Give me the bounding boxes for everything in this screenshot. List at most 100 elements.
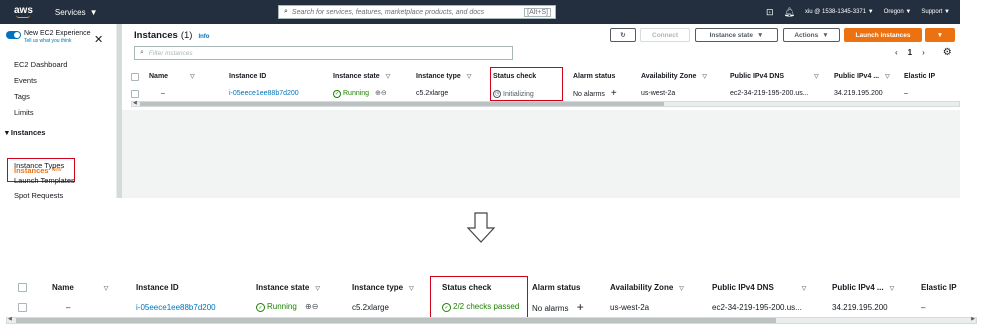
cell-alarm-status: No alarms + — [573, 88, 617, 99]
search-icon: ⌕ — [140, 49, 144, 56]
search-icon: ⌕ — [284, 8, 288, 15]
sidebar-item-limits[interactable]: Limits — [14, 108, 34, 117]
connect-button[interactable]: Connect — [640, 28, 690, 42]
cell-public-ip: 34.219.195.200 — [832, 302, 888, 312]
aws-logo[interactable]: aws — [14, 6, 33, 18]
instance-count: (1) — [180, 30, 193, 41]
sidebar-item-instance-types[interactable]: Instance Types — [14, 161, 64, 170]
sort-icon: ▽ — [679, 285, 684, 292]
column-header-instance-type[interactable]: Instance type ▽ — [416, 68, 493, 85]
row-checkbox[interactable] — [18, 302, 27, 312]
services-menu-button[interactable]: Services ▼ — [55, 8, 98, 17]
column-header-public-ipv4-dns[interactable]: Public IPv4 DNS ▽ — [730, 68, 834, 85]
launch-dropdown-button[interactable]: ▼ — [925, 28, 955, 42]
sidebar-item-spot-requests[interactable]: Spot Requests — [14, 191, 63, 200]
check-circle-icon: ✓ — [256, 302, 265, 312]
select-all-checkbox[interactable] — [131, 72, 139, 81]
zoom-icons[interactable]: ⊕⊖ — [305, 302, 318, 311]
sort-icon: ▽ — [103, 285, 109, 292]
new-experience-toggle[interactable] — [6, 31, 21, 39]
search-shortcut: [Alt+S] — [524, 7, 551, 17]
column-header-instance-id[interactable]: Instance ID — [136, 277, 256, 297]
filter-instances-input[interactable]: ⌕ Filter instances — [134, 46, 513, 60]
previous-page-icon[interactable]: ‹ — [895, 48, 898, 57]
column-header-public-ipv4[interactable]: Public IPv4 ... ▽ — [832, 277, 921, 297]
column-header-instance-state[interactable]: Instance state ▽ — [256, 277, 352, 297]
cell-alarm-status: No alarms + — [532, 300, 584, 314]
aws-logo-text: aws — [14, 5, 33, 16]
close-icon[interactable]: ✕ — [94, 33, 103, 46]
down-arrow-icon — [466, 212, 496, 243]
region-menu[interactable]: Oregon ▼ — [884, 9, 912, 15]
caret-down-icon: ▼ — [822, 31, 829, 39]
sidebar-item-launch-templates[interactable]: Launch Templates — [14, 176, 75, 185]
notifications-bell-icon[interactable]: 🔔︎ — [784, 7, 795, 18]
scroll-left-icon[interactable]: ◀ — [8, 316, 12, 322]
column-header-public-ipv4[interactable]: Public IPv4 ... ▽ — [834, 68, 904, 85]
sidebar-item-dashboard[interactable]: EC2 Dashboard — [14, 60, 67, 69]
cell-instance-id[interactable]: i-05eece1ee88b7d200 — [229, 85, 333, 102]
instance-state-button[interactable]: Instance state ▼ — [695, 28, 778, 42]
column-header-elastic-ip[interactable]: Elastic IP — [921, 277, 983, 297]
sort-icon: ▽ — [885, 74, 890, 80]
info-link[interactable]: Info — [198, 34, 209, 40]
column-header-name[interactable]: Name ▽ — [149, 68, 229, 85]
sort-icon: ▽ — [702, 74, 707, 80]
top-navigation-bar: aws Services ▼ ⌕ Search for services, fea… — [0, 0, 960, 24]
column-header-instance-id[interactable]: Instance ID — [229, 68, 333, 85]
row-checkbox[interactable] — [131, 89, 139, 98]
actions-label: Actions — [794, 31, 819, 39]
next-page-icon[interactable]: › — [922, 48, 925, 57]
scroll-right-icon[interactable]: ▶ — [971, 316, 975, 322]
scroll-thumb[interactable] — [140, 102, 664, 106]
column-header-availability-zone[interactable]: Availability Zone ▽ — [610, 277, 712, 297]
current-page[interactable]: 1 — [908, 48, 912, 57]
add-alarm-icon[interactable]: + — [611, 88, 617, 99]
refresh-button[interactable]: ↻ — [610, 28, 636, 42]
global-search-input[interactable]: ⌕ Search for services, features, marketp… — [278, 5, 556, 19]
select-all-cell — [18, 277, 52, 297]
add-alarm-icon[interactable]: + — [577, 300, 584, 314]
actions-button[interactable]: Actions ▼ — [783, 28, 840, 42]
caret-down-icon: ▼ — [905, 9, 912, 15]
column-header-availability-zone[interactable]: Availability Zone ▽ — [641, 68, 730, 85]
region-label: Oregon — [883, 9, 904, 15]
cell-name: – — [66, 302, 71, 312]
sort-icon: ▽ — [409, 285, 414, 292]
select-all-cell — [131, 68, 149, 85]
table-horizontal-scrollbar[interactable]: ◀ ▶ — [6, 316, 977, 324]
column-header-alarm-status[interactable]: Alarm status — [573, 68, 641, 85]
experience-feedback-link[interactable]: Tell us what you think — [24, 38, 91, 44]
scroll-left-icon[interactable]: ◀ — [133, 100, 137, 106]
experience-title: New EC2 Experience — [24, 30, 91, 37]
column-header-elastic-ip[interactable]: Elastic IP — [904, 68, 960, 85]
zoom-icons[interactable]: ⊕⊖ — [375, 90, 387, 97]
sidebar-item-tags[interactable]: Tags — [14, 92, 30, 101]
sort-icon: ▽ — [889, 285, 895, 292]
cell-public-dns: ec2-34-219-195-200.us... — [712, 302, 802, 312]
launch-label: Launch instances — [855, 31, 911, 39]
gear-icon[interactable]: ⚙ — [943, 47, 952, 58]
sort-icon: ▽ — [315, 285, 320, 292]
column-header-public-ipv4-dns[interactable]: Public IPv4 DNS ▽ — [712, 277, 832, 297]
caret-down-icon: ▼ — [936, 31, 944, 39]
column-header-instance-type[interactable]: Instance type ▽ — [352, 277, 442, 297]
section-label: Instances — [10, 128, 46, 137]
sidebar-section-instances[interactable]: ▾ Instances — [5, 128, 45, 137]
sidebar-item-events[interactable]: Events — [14, 76, 37, 85]
column-header-alarm-status[interactable]: Alarm status — [532, 277, 610, 297]
scroll-thumb[interactable] — [16, 318, 776, 323]
table-horizontal-scrollbar[interactable]: ◀ — [131, 100, 960, 107]
cloudshell-icon[interactable]: ⊡ — [766, 7, 774, 18]
cell-instance-type: c5.2xlarge — [416, 90, 449, 97]
account-menu[interactable]: xiu @ 1538-1345-3371 ▼ — [805, 9, 874, 15]
cell-instance-id[interactable]: i-05eece1ee88b7d200 — [136, 297, 256, 317]
column-header-instance-state[interactable]: Instance state ▽ — [333, 68, 416, 85]
sort-icon: ▽ — [466, 74, 472, 80]
column-header-name[interactable]: Name ▽ — [52, 277, 136, 297]
select-all-checkbox[interactable] — [18, 282, 27, 292]
launch-instances-button[interactable]: Launch instances — [844, 28, 922, 42]
support-menu[interactable]: Support ▼ — [921, 9, 950, 15]
cell-availability-zone: us-west-2a — [641, 90, 676, 97]
refresh-icon: ↻ — [620, 32, 626, 39]
